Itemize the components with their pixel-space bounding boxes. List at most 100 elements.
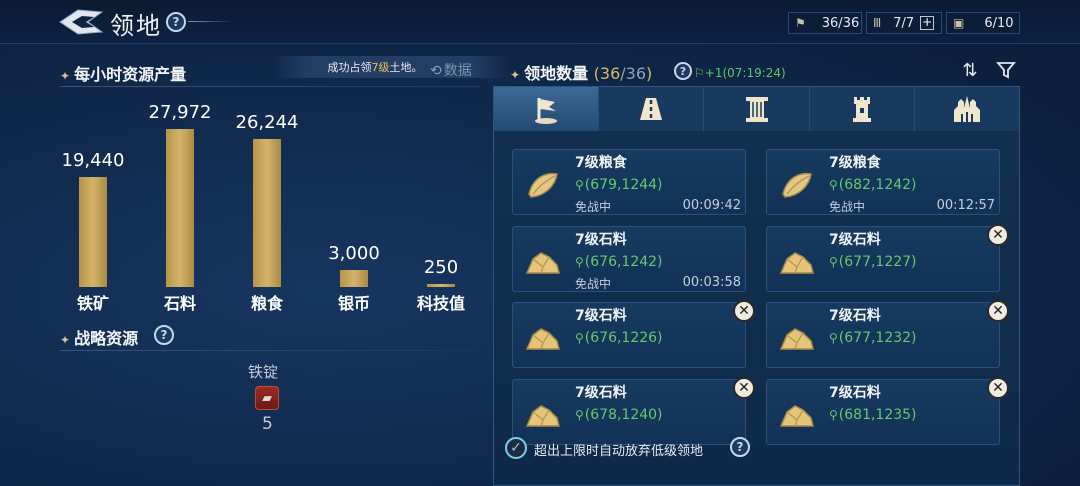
close-icon: ✕	[738, 303, 750, 319]
territory-help-button[interactable]: ?	[674, 62, 692, 80]
grain-icon	[523, 164, 563, 204]
stone-icon	[523, 241, 563, 281]
bar-1	[166, 129, 194, 287]
bar-value-label-4: 250	[423, 257, 459, 278]
territory-card[interactable]: 7级石料 ⚲(681,1235)	[766, 379, 1000, 445]
production-chart: 19,440 铁矿 27,972 石料 26,244 粮食 3,000 银币 250 科技值	[0, 0, 490, 320]
stone-icon	[777, 241, 817, 281]
iron-ingot-count: 5	[262, 414, 273, 434]
bar-category-label-1: 石料	[163, 294, 196, 313]
location-pin-icon: ⚲	[575, 178, 584, 192]
territory-coord-link[interactable]: ⚲(682,1242)	[829, 177, 917, 193]
iron-ingot-icon[interactable]: ▰	[255, 386, 279, 410]
territory-coord-link[interactable]: ⚲(681,1235)	[829, 407, 917, 423]
flag-icon: ⚑	[795, 16, 806, 30]
sort-icon: ⇅	[962, 60, 978, 81]
truce-timer: 00:12:57	[936, 198, 995, 213]
territory-coord: (678,1240)	[584, 407, 663, 423]
territory-coord: (677,1227)	[838, 254, 917, 270]
territory-coord-link[interactable]: ⚲(679,1244)	[575, 177, 663, 193]
territory-name: 7级粮食	[829, 155, 881, 171]
territory-name: 7级石料	[575, 308, 627, 324]
pillar-icon	[745, 97, 768, 122]
stone-icon	[777, 394, 817, 434]
territory-coord-link[interactable]: ⚲(677,1232)	[829, 330, 917, 346]
territory-max: /36	[620, 64, 647, 83]
territory-card[interactable]: 7级石料 ⚲(677,1232)	[766, 302, 1000, 368]
strategic-divider	[60, 350, 480, 351]
add-pillar-button[interactable]: +	[920, 16, 935, 30]
territory-tabs	[494, 87, 1020, 131]
territory-coord: (677,1232)	[838, 330, 917, 346]
close-icon: ✕	[992, 380, 1004, 396]
auto-abandon-checkbox[interactable]: ✓	[505, 437, 527, 459]
strategic-help-button[interactable]: ?	[154, 325, 174, 345]
territory-coord-link[interactable]: ⚲(676,1242)	[575, 254, 663, 270]
location-pin-icon: ⚲	[575, 408, 584, 422]
territory-card[interactable]: 7级石料 ⚲(676,1226)	[512, 302, 746, 368]
close-icon: ✕	[992, 227, 1004, 243]
tab-city[interactable]	[914, 87, 1020, 131]
bar-category-label-0: 铁矿	[76, 294, 109, 313]
territory-coord-link[interactable]: ⚲(678,1240)	[575, 407, 663, 423]
tab-pillar[interactable]	[704, 87, 810, 131]
territory-coord: (676,1226)	[584, 330, 663, 346]
city-icon	[953, 96, 980, 122]
territory-coord: (681,1235)	[838, 407, 917, 423]
pillar-count-box: Ⅲ 7/7 +	[866, 12, 942, 34]
flag-icon	[535, 98, 558, 124]
auto-abandon-label: 超出上限时自动放弃低级领地	[534, 444, 704, 459]
grain-icon	[777, 164, 817, 204]
bar-2	[253, 139, 281, 287]
location-pin-icon: ⚲	[829, 331, 838, 345]
territory-card[interactable]: 7级石料 ⚲(678,1240)	[512, 379, 746, 445]
auto-abandon-help-button[interactable]: ?	[730, 437, 750, 457]
filter-button[interactable]	[996, 60, 1016, 80]
abandon-territory-button[interactable]: ✕	[733, 300, 755, 322]
truce-timer: 00:09:42	[682, 198, 741, 213]
abandon-territory-button[interactable]: ✕	[987, 300, 1009, 322]
territory-title-text: 领地数量	[524, 64, 589, 83]
recover-text: +1(07:19:24)	[704, 66, 786, 80]
territory-card[interactable]: 7级粮食 ⚲(679,1244) 免战中 00:09:42	[512, 149, 746, 215]
abandon-territory-button[interactable]: ✕	[987, 224, 1009, 246]
tower-icon	[852, 97, 871, 122]
tab-tower[interactable]	[809, 87, 915, 131]
bar-category-label-3: 银币	[337, 294, 370, 313]
territory-card[interactable]: 7级粮食 ⚲(682,1242) 免战中 00:12:57	[766, 149, 1000, 215]
territory-name: 7级石料	[829, 385, 881, 401]
location-pin-icon: ⚲	[575, 255, 584, 269]
road-icon	[640, 98, 663, 120]
territory-card[interactable]: 7级石料 ⚲(676,1242) 免战中 00:03:58	[512, 226, 746, 292]
territory-name: 7级石料	[575, 385, 627, 401]
abandon-territory-button[interactable]: ✕	[733, 377, 755, 399]
flag-count: 36/36	[821, 15, 860, 31]
territory-coord-link[interactable]: ⚲(676,1226)	[575, 330, 663, 346]
truce-timer: 00:03:58	[682, 275, 741, 290]
territory-name: 7级石料	[829, 308, 881, 324]
territory-card[interactable]: 7级石料 ⚲(677,1227)	[766, 226, 1000, 292]
stone-icon	[523, 394, 563, 434]
abandon-territory-button[interactable]: ✕	[987, 377, 1009, 399]
tab-flag[interactable]	[494, 87, 600, 131]
stone-icon	[777, 317, 817, 357]
territory-current: 36	[599, 64, 621, 83]
location-pin-icon: ⚲	[575, 331, 584, 345]
truce-status: 免战中	[829, 200, 866, 214]
bar-value-label-3: 3,000	[328, 243, 380, 264]
territory-coord: (682,1242)	[838, 177, 917, 193]
stone-icon	[523, 317, 563, 357]
close-icon: ✕	[992, 303, 1004, 319]
tab-road[interactable]	[599, 87, 705, 131]
close-icon: ✕	[738, 380, 750, 396]
bar-category-label-4: 科技值	[416, 294, 465, 313]
bar-value-label-1: 27,972	[148, 102, 212, 123]
territory-coord-link[interactable]: ⚲(677,1227)	[829, 254, 917, 270]
territory-count: (36/36)	[593, 64, 653, 83]
city-icon: ▣	[953, 16, 965, 30]
recover-flag-icon: ⚐	[694, 66, 705, 80]
territory-name: 7级粮食	[575, 155, 627, 171]
sort-button[interactable]: ⇅	[960, 60, 980, 81]
filter-icon	[996, 62, 1016, 79]
star-icon: ✦	[510, 68, 521, 82]
